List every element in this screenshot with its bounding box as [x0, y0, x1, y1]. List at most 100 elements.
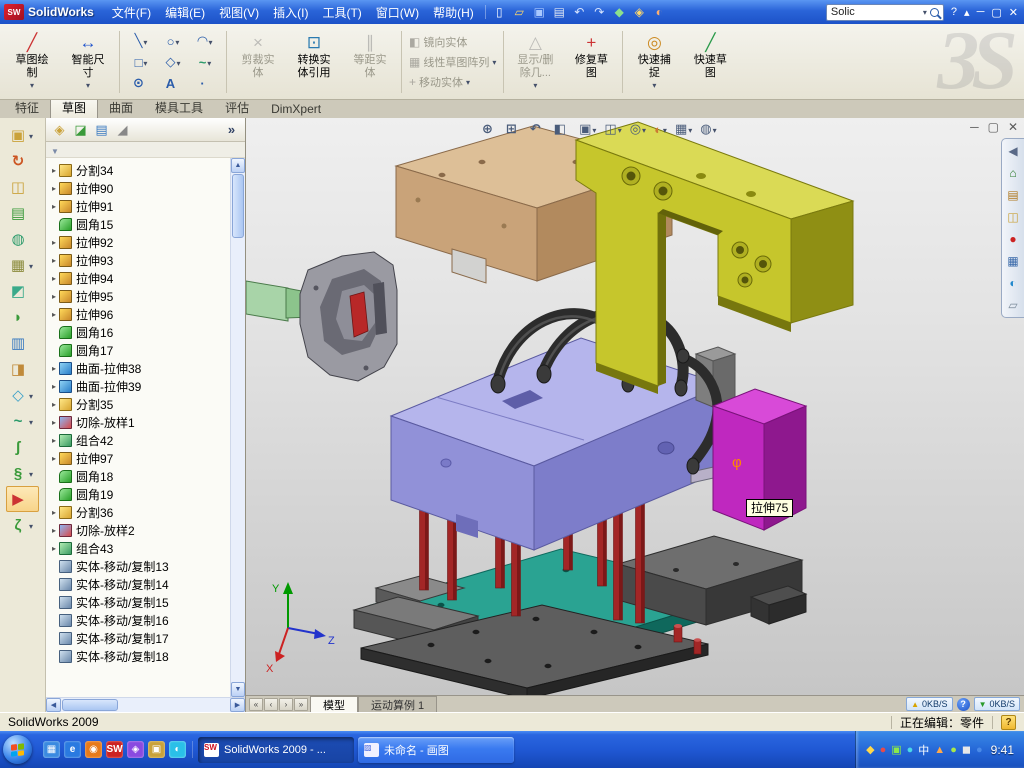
feature-tree-item[interactable]: 拉伸95: [46, 287, 230, 305]
expand-arrow-icon[interactable]: [49, 400, 59, 409]
volume-icon[interactable]: ◼: [962, 742, 971, 758]
undo-icon[interactable]: ↶: [570, 4, 589, 21]
solidworks-launcher-icon[interactable]: SW: [106, 741, 123, 758]
mold-body-part[interactable]: [391, 338, 724, 550]
repair-sketch-button[interactable]: + 修复草图: [563, 27, 619, 97]
dropdown-arrow-icon[interactable]: [29, 415, 38, 427]
dropdown-arrow-icon[interactable]: [29, 519, 38, 531]
clamp-cavity-part[interactable]: [300, 252, 397, 381]
rapid-sketch-button[interactable]: ╱ 快速草图: [682, 27, 738, 97]
feature-tree-item[interactable]: 切除-放样2: [46, 521, 230, 539]
expand-arrow-icon[interactable]: [49, 166, 59, 175]
point-tool-icon[interactable]: ·: [189, 73, 221, 94]
convert-entities-button[interactable]: ⊡ 转换实体引用: [286, 27, 342, 97]
quick-snaps-button[interactable]: ◎ 快速捕捉: [626, 27, 682, 97]
dropdown-arrow-icon[interactable]: [652, 80, 656, 91]
last-tab-button[interactable]: »: [294, 698, 308, 711]
dropdown-arrow-icon[interactable]: [208, 35, 212, 47]
search-box[interactable]: Solic: [826, 4, 944, 21]
taskbar-task[interactable]: ▨ 未命名 - 画图: [358, 737, 514, 763]
edit-appearance-icon[interactable]: ◐: [654, 122, 667, 137]
scroll-right-button[interactable]: [230, 698, 245, 712]
search-input[interactable]: Solic: [831, 6, 920, 18]
menu-item[interactable]: 窗口(W): [369, 1, 426, 24]
tab-dimxpert[interactable]: DimXpert: [260, 100, 332, 118]
menu-item[interactable]: 帮助(H): [426, 1, 481, 24]
feature-tool-button[interactable]: ʃ: [7, 434, 38, 460]
print-icon[interactable]: ▤: [550, 4, 569, 21]
input-method-icon[interactable]: 中: [918, 742, 929, 758]
feature-tree-item[interactable]: 实体-移动/复制17: [46, 629, 230, 647]
design-library-icon[interactable]: ▤: [1005, 187, 1021, 203]
tray-icon[interactable]: ▣: [891, 742, 901, 758]
start-button[interactable]: [3, 735, 32, 764]
mirror-entities-button[interactable]: ◧ 镜向实体: [409, 34, 496, 50]
offset-entities-button[interactable]: ∥ 等距实体: [342, 27, 398, 97]
dropdown-arrow-icon[interactable]: [86, 80, 90, 91]
dropdown-arrow-icon[interactable]: [466, 77, 470, 88]
expand-arrow-icon[interactable]: [49, 292, 59, 301]
feature-tool-button[interactable]: ↻: [7, 148, 38, 174]
tab-model[interactable]: 模型: [310, 696, 358, 712]
tray-icon[interactable]: ●: [950, 742, 957, 758]
feature-tree-item[interactable]: 曲面-拉伸38: [46, 359, 230, 377]
feature-tree-item[interactable]: 实体-移动/复制15: [46, 593, 230, 611]
polygon-tool-icon[interactable]: ◇: [157, 52, 189, 73]
feature-tool-button[interactable]: ◗: [7, 304, 38, 330]
feature-tool-button[interactable]: ◨: [7, 356, 38, 382]
zoom-fit-icon[interactable]: ⊕: [482, 121, 498, 137]
tab-evaluate[interactable]: 评估: [214, 97, 260, 118]
feature-tree-item[interactable]: 拉伸96: [46, 305, 230, 323]
feature-tool-button[interactable]: ◇: [7, 382, 38, 408]
browser-icon[interactable]: ◐: [169, 741, 186, 758]
solidworks-resources-icon[interactable]: ⌂: [1005, 165, 1021, 181]
save-icon[interactable]: ▣: [530, 4, 549, 21]
arc-tool-icon[interactable]: ◠: [189, 31, 221, 52]
feature-tool-button[interactable]: ◩: [7, 278, 38, 304]
feature-tree-item[interactable]: 实体-移动/复制18: [46, 647, 230, 665]
spline-tool-icon[interactable]: ~: [189, 52, 221, 73]
scroll-left-button[interactable]: [46, 698, 61, 712]
search-dropdown-icon[interactable]: [923, 7, 927, 18]
dropdown-arrow-icon[interactable]: [663, 123, 667, 135]
toolbox-icon[interactable]: ●: [1005, 231, 1021, 247]
close-icon[interactable]: ✕: [1009, 6, 1018, 19]
dropdown-arrow-icon[interactable]: [176, 56, 180, 68]
menu-item[interactable]: 插入(I): [266, 1, 315, 24]
rectangle-tool-icon[interactable]: □: [125, 52, 157, 73]
dropdown-arrow-icon[interactable]: [533, 80, 537, 91]
feature-tree-item[interactable]: 拉伸94: [46, 269, 230, 287]
display-delete-relations-button[interactable]: △ 显示/删除几...: [507, 27, 563, 97]
feature-tool-button[interactable]: ▤: [7, 200, 38, 226]
help-badge-icon[interactable]: ?: [1001, 715, 1016, 730]
expand-arrow-icon[interactable]: [49, 382, 59, 391]
feature-tree-item[interactable]: 分割35: [46, 395, 230, 413]
help-icon[interactable]: ?: [957, 698, 970, 711]
taskbar-task[interactable]: SW SolidWorks 2009 - ...: [198, 737, 354, 763]
view-orientation-icon[interactable]: ▣: [579, 121, 596, 137]
expand-arrow-icon[interactable]: [49, 310, 59, 319]
rebuild-icon[interactable]: ◆: [610, 4, 629, 21]
appearances-icon[interactable]: ◐: [1005, 275, 1021, 291]
feature-tree-item[interactable]: 分割34: [46, 161, 230, 179]
new-document-icon[interactable]: ▯: [490, 4, 509, 21]
feature-tool-button[interactable]: ▥: [7, 330, 38, 356]
menu-item[interactable]: 工具(T): [315, 1, 368, 24]
feature-tree-item[interactable]: 圆角18: [46, 467, 230, 485]
feature-tree-item[interactable]: 分割36: [46, 503, 230, 521]
dropdown-arrow-icon[interactable]: [29, 259, 38, 271]
tree-vertical-scrollbar[interactable]: [230, 158, 245, 697]
dropdown-arrow-icon[interactable]: [592, 123, 596, 135]
panel-overflow-icon[interactable]: »: [223, 121, 240, 138]
options-icon[interactable]: ◈: [630, 4, 649, 21]
search-icon[interactable]: [930, 8, 939, 17]
menu-item[interactable]: 编辑(E): [158, 1, 212, 24]
tab-mold-tools[interactable]: 模具工具: [144, 97, 214, 118]
feature-tree-item[interactable]: 圆角15: [46, 215, 230, 233]
folder-icon[interactable]: ▣: [148, 741, 165, 758]
tab-surfaces[interactable]: 曲面: [98, 97, 144, 118]
dropdown-arrow-icon[interactable]: [30, 80, 34, 91]
feature-tree-item[interactable]: 组合43: [46, 539, 230, 557]
zoom-area-icon[interactable]: ⊞: [506, 121, 522, 137]
menu-item[interactable]: 视图(V): [212, 1, 266, 24]
